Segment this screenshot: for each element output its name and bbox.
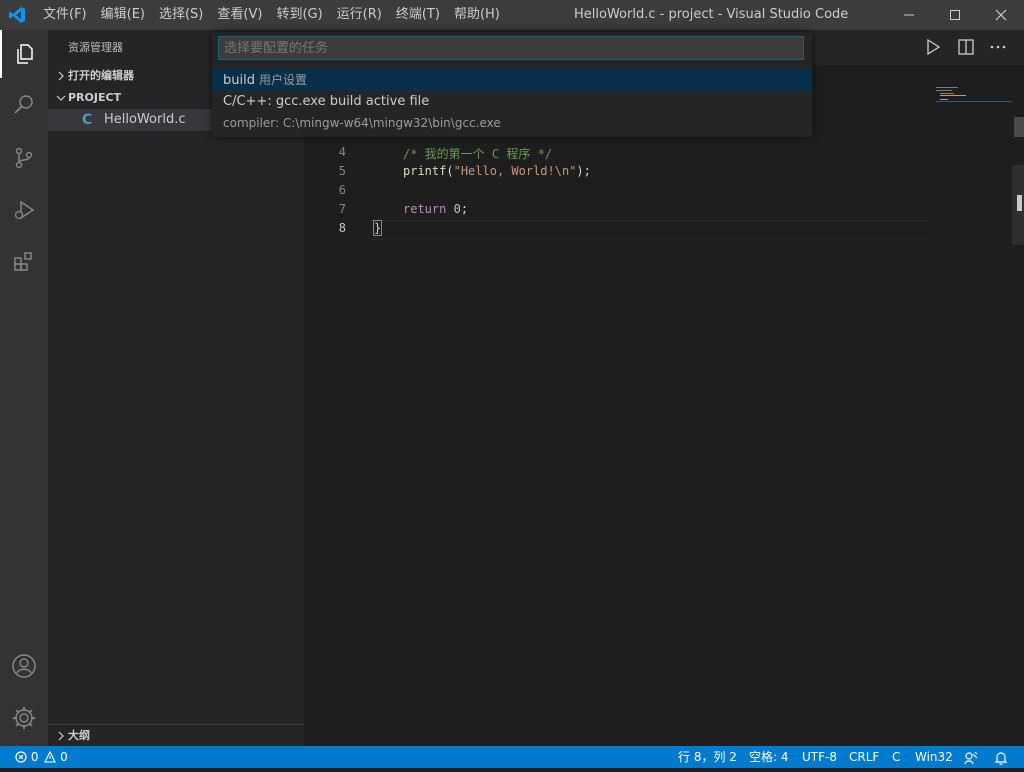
menu-go[interactable]: 转到(G): [269, 0, 329, 30]
platform-status[interactable]: Win32: [915, 746, 953, 768]
chevron-right-icon: [58, 71, 64, 81]
number-token: 0: [453, 202, 461, 216]
line-number: 6: [338, 183, 346, 197]
code-line-return: return 0;: [403, 202, 468, 216]
more-actions-icon[interactable]: [989, 38, 1007, 56]
extensions-button[interactable]: [0, 238, 48, 286]
split-editor-icon[interactable]: [957, 38, 975, 56]
account-icon: [12, 654, 36, 678]
eol-status[interactable]: CRLF: [849, 746, 879, 768]
bell-icon: [994, 752, 1008, 765]
close-button[interactable]: [978, 0, 1024, 30]
maximize-icon: [950, 10, 960, 20]
maximize-button[interactable]: [932, 0, 978, 30]
paren-token: (: [446, 164, 454, 178]
activity-bar: [0, 30, 48, 746]
notifications-button[interactable]: [994, 750, 1008, 772]
outline-section[interactable]: 大纲: [48, 725, 304, 747]
menu-help[interactable]: 帮助(H): [447, 0, 507, 30]
semicolon-token: ;: [460, 202, 469, 216]
gear-icon: [13, 707, 35, 729]
source-control-button[interactable]: [0, 134, 48, 182]
line-number: 7: [338, 202, 346, 216]
quick-pick-item-detail: compiler: C:\mingw-w64\mingw32\bin\gcc.e…: [223, 116, 501, 130]
search-button[interactable]: [0, 80, 48, 128]
manage-button[interactable]: [0, 694, 48, 742]
menu-edit[interactable]: 编辑(E): [94, 0, 152, 30]
line-number: 5: [338, 164, 346, 178]
vertical-scrollbar[interactable]: [1012, 65, 1024, 746]
code-line-brace: }: [372, 220, 383, 236]
menu-view[interactable]: 查看(V): [210, 0, 269, 30]
minimap-preview: [936, 87, 1012, 102]
c-file-icon: C: [82, 112, 93, 128]
title-bar: 文件(F) 编辑(E) 选择(S) 查看(V) 转到(G) 运行(R) 终端(T…: [0, 0, 1024, 30]
quick-pick-item-gcc[interactable]: C/C++: gcc.exe build active file: [212, 91, 812, 113]
minimize-icon: [904, 14, 914, 16]
vscode-logo-icon: [9, 7, 25, 23]
explorer-button[interactable]: [0, 30, 48, 78]
current-line-highlight: [370, 220, 928, 240]
cursor-marker: [1017, 195, 1022, 211]
chevron-right-icon: [58, 731, 64, 741]
status-bar: 0 0 行 8，列 2 空格: 4 UTF-8 CRLF C Win32: [0, 746, 1024, 768]
menu-file[interactable]: 文件(F): [36, 0, 94, 30]
run-debug-button[interactable]: [0, 186, 48, 234]
line-number: 4: [338, 145, 346, 159]
close-icon: [995, 9, 1007, 21]
run-debug-icon: [14, 200, 35, 220]
item-label: build: [223, 73, 255, 88]
minimap[interactable]: [936, 85, 1012, 105]
source-control-icon: [15, 147, 33, 169]
error-count: 0: [30, 750, 39, 764]
search-icon: [14, 95, 33, 114]
menu-bar: 文件(F) 编辑(E) 选择(S) 查看(V) 转到(G) 运行(R) 终端(T…: [36, 0, 507, 30]
code-line-comment: /* 我的第一个 C 程序 */: [403, 147, 553, 161]
quick-pick-item-build[interactable]: build 用户设置: [212, 69, 812, 91]
menu-selection[interactable]: 选择(S): [152, 0, 210, 30]
accounts-button[interactable]: [0, 642, 48, 690]
error-icon: [15, 751, 27, 763]
chevron-down-icon: [56, 95, 66, 101]
indentation-status[interactable]: 空格: 4: [749, 746, 789, 768]
explorer-title: 资源管理器: [68, 41, 123, 54]
task-quick-pick: build用户设置 C/C++: gcc.exe build active fi…: [212, 32, 812, 137]
menu-run[interactable]: 运行(R): [330, 0, 389, 30]
code-editor[interactable]: 4 5 6 7 8 /* 我的第一个 C 程序 */ printf("Hello…: [304, 65, 1024, 746]
code-line-printf: printf("Hello, World!\n");: [403, 164, 591, 178]
item-description: 用户设置: [258, 73, 307, 87]
minimize-button[interactable]: [886, 0, 932, 30]
cursor-position-status[interactable]: 行 8，列 2: [678, 746, 737, 768]
item-label: C/C++: gcc.exe build active file: [223, 94, 430, 109]
feedback-icon: [964, 751, 978, 765]
string-token: "Hello, World!\n": [453, 164, 577, 178]
encoding-status[interactable]: UTF-8: [802, 746, 837, 768]
keyword-token: return: [403, 202, 447, 216]
paren-token: );: [576, 164, 591, 178]
explorer-sidebar: 资源管理器 打开的编辑器 PROJECT C HelloWorld.c 大纲: [48, 30, 304, 746]
quick-pick-input[interactable]: [218, 36, 804, 60]
warning-icon: [44, 750, 57, 763]
files-icon: [17, 44, 33, 64]
line-number: 8: [338, 221, 346, 235]
function-token: printf: [403, 164, 447, 178]
scrollbar-thumb[interactable]: [1014, 117, 1024, 137]
menu-terminal[interactable]: 终端(T): [389, 0, 447, 30]
extensions-icon: [14, 252, 32, 271]
run-icon[interactable]: [924, 38, 942, 56]
file-name: HelloWorld.c: [104, 112, 186, 127]
window-title: HelloWorld.c - project - Visual Studio C…: [574, 7, 849, 22]
outline-label: 大纲: [68, 729, 90, 742]
project-label: PROJECT: [68, 91, 122, 104]
warning-count: 0: [60, 750, 68, 764]
language-mode-status[interactable]: C: [892, 746, 900, 768]
open-editors-label: 打开的编辑器: [68, 69, 134, 82]
feedback-button[interactable]: [964, 750, 978, 772]
problems-status[interactable]: 0 0: [15, 746, 68, 768]
